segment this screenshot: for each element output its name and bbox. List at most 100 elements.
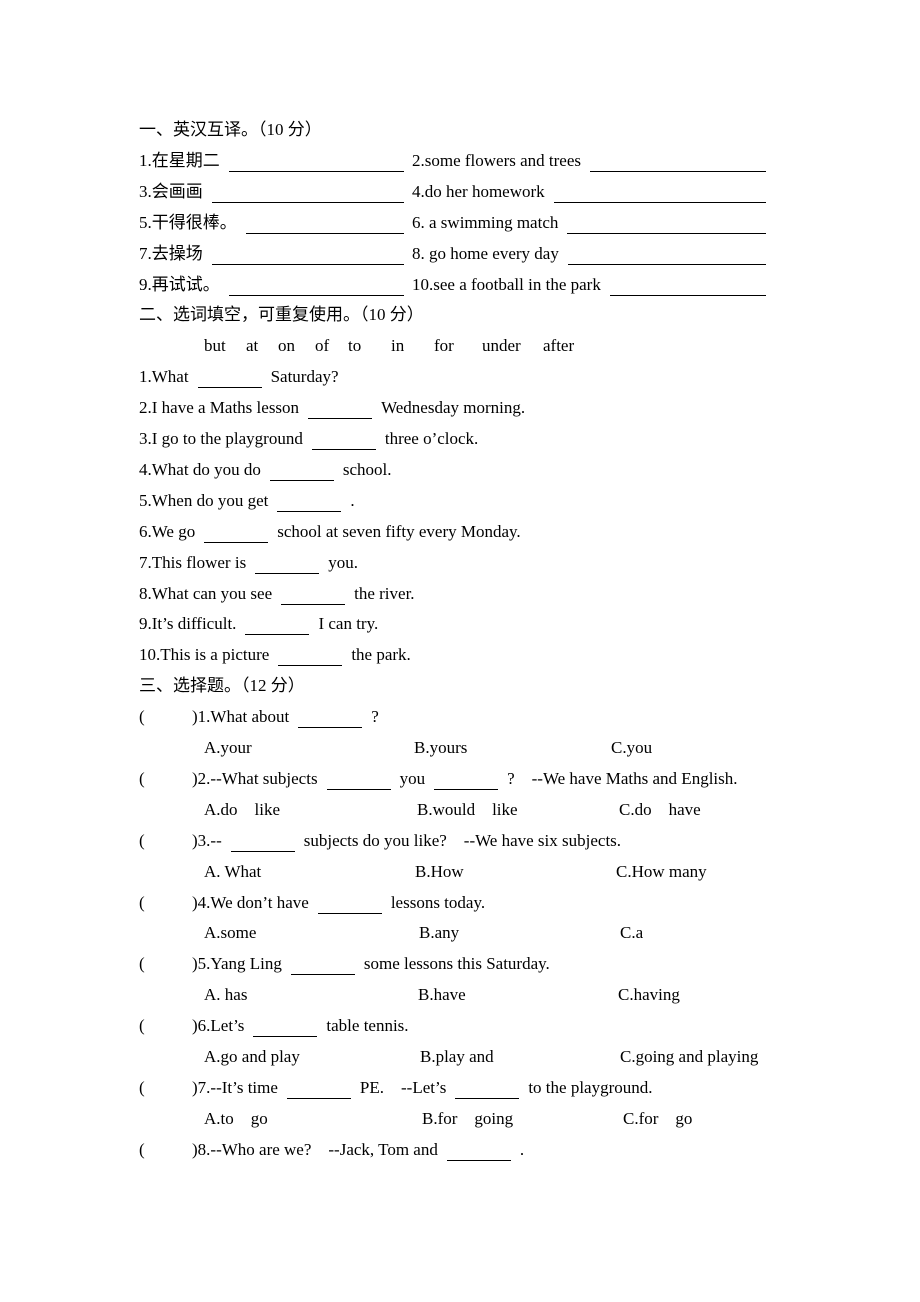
- answer-blank[interactable]: [609, 279, 766, 296]
- choice-option: A.your: [204, 737, 252, 759]
- fill-blank-question: 10.This is a picture the park.: [139, 644, 411, 667]
- option-text[interactable]: B.have: [418, 984, 466, 1006]
- answer-blank[interactable]: [211, 248, 404, 265]
- choice-option: A. has: [204, 984, 247, 1006]
- bracket-open[interactable]: (: [139, 768, 145, 790]
- answer-blank[interactable]: [211, 186, 404, 203]
- choice-option: C.having: [618, 984, 680, 1006]
- answer-blank[interactable]: [317, 897, 382, 914]
- answer-blank[interactable]: [434, 773, 499, 790]
- bracket-open[interactable]: (: [139, 1077, 145, 1099]
- option-text[interactable]: C.for go: [623, 1108, 692, 1130]
- option-text[interactable]: C.a: [620, 922, 643, 944]
- answer-blank[interactable]: [311, 433, 376, 450]
- choice-option: C.do have: [619, 799, 701, 821]
- answer-bracket: (: [139, 892, 145, 914]
- answer-blank[interactable]: [298, 711, 363, 729]
- question-text: to the playground.: [528, 1077, 653, 1097]
- choice-question: )5.Yang Ling some lessons this Saturday.: [192, 953, 550, 976]
- option-text[interactable]: B.for going: [422, 1108, 513, 1130]
- answer-blank[interactable]: [326, 773, 391, 790]
- option-text[interactable]: A.some: [204, 922, 256, 944]
- answer-blank[interactable]: [255, 557, 320, 574]
- answer-blank[interactable]: [230, 835, 295, 852]
- bracket-open[interactable]: (: [139, 706, 145, 728]
- choice-question: )4.We don’t have lessons today.: [192, 892, 485, 914]
- answer-blank[interactable]: [278, 649, 343, 667]
- answer-blank[interactable]: [281, 588, 346, 605]
- option-text[interactable]: C.going and playing: [620, 1046, 758, 1068]
- word-bank-word: under: [482, 336, 521, 356]
- answer-blank[interactable]: [567, 248, 766, 265]
- question-text: ?: [371, 707, 379, 727]
- option-text[interactable]: B.would like: [417, 799, 518, 821]
- choice-option: A.some: [204, 922, 256, 944]
- section-heading: 二、选词填空，可重复使用。（10 分）: [139, 304, 424, 326]
- bracket-open[interactable]: (: [139, 953, 145, 975]
- bracket-open[interactable]: (: [139, 1015, 145, 1037]
- option-text[interactable]: C.do have: [619, 799, 701, 821]
- translation-item: 8. go home every day: [412, 243, 766, 265]
- answer-blank[interactable]: [590, 155, 766, 172]
- answer-blank[interactable]: [228, 155, 404, 172]
- option-text[interactable]: C.How many: [616, 861, 707, 883]
- question-text: 5.When do you get: [139, 490, 269, 510]
- option-text[interactable]: C.having: [618, 984, 680, 1006]
- choice-question: )1.What about?: [192, 706, 379, 729]
- choice-question: )7.--It’s time PE. --Let’s to the playgrou…: [192, 1077, 653, 1099]
- answer-blank[interactable]: [245, 217, 404, 234]
- question-text: you: [399, 768, 426, 788]
- question-text: Saturday?: [270, 367, 339, 387]
- bracket-open[interactable]: (: [139, 1139, 145, 1161]
- option-text[interactable]: A. What: [204, 861, 261, 883]
- option-text[interactable]: B.play and: [420, 1046, 494, 1068]
- question-text: 7.This flower is: [139, 552, 247, 572]
- item-text: 1.在星期二: [139, 150, 220, 170]
- answer-bracket: (: [139, 830, 145, 852]
- answer-blank[interactable]: [277, 495, 342, 512]
- answer-blank[interactable]: [228, 279, 404, 296]
- choice-option: A.go and play: [204, 1046, 300, 1068]
- option-text[interactable]: C.you: [611, 737, 652, 759]
- answer-blank[interactable]: [197, 371, 262, 389]
- option-text[interactable]: B.any: [419, 922, 459, 944]
- option-text[interactable]: A. has: [204, 984, 247, 1006]
- answer-blank[interactable]: [253, 1020, 318, 1038]
- answer-blank[interactable]: [204, 526, 269, 543]
- option-text[interactable]: A.to go: [204, 1108, 268, 1130]
- option-text[interactable]: A.your: [204, 737, 252, 759]
- option-text[interactable]: A.go and play: [204, 1046, 300, 1068]
- question-text: )7.--It’s time: [192, 1077, 278, 1097]
- question-text: )6.Let’s: [192, 1016, 245, 1036]
- question-text: school at seven fifty every Monday.: [277, 521, 521, 541]
- answer-bracket: (: [139, 706, 145, 728]
- answer-blank[interactable]: [269, 464, 334, 481]
- bracket-open[interactable]: (: [139, 830, 145, 852]
- option-text[interactable]: B.yours: [414, 737, 467, 759]
- answer-blank[interactable]: [290, 958, 355, 976]
- fill-blank-question: 5.When do you get.: [139, 490, 355, 512]
- section-heading: 一、英汉互译。（10 分）: [139, 119, 322, 141]
- answer-blank[interactable]: [245, 618, 310, 636]
- item-text: 2.some flowers and trees: [412, 150, 582, 170]
- answer-bracket: (: [139, 1139, 145, 1161]
- answer-blank[interactable]: [286, 1082, 351, 1099]
- answer-blank[interactable]: [308, 402, 373, 420]
- question-text: )3.--: [192, 830, 222, 850]
- answer-blank[interactable]: [567, 217, 766, 234]
- answer-blank[interactable]: [553, 186, 766, 203]
- question-text: 10.This is a picture: [139, 645, 270, 665]
- bracket-open[interactable]: (: [139, 892, 145, 914]
- fill-blank-question: 4.What do you do school.: [139, 459, 391, 481]
- translation-item: 7.去操场: [139, 243, 404, 265]
- answer-blank[interactable]: [455, 1082, 520, 1099]
- item-text: 7.去操场: [139, 243, 203, 263]
- section-heading: 三、选择题。（12 分）: [139, 675, 305, 697]
- question-text: )4.We don’t have: [192, 892, 309, 912]
- option-text[interactable]: B.How: [415, 861, 464, 883]
- fill-blank-question: 1.What Saturday?: [139, 366, 339, 389]
- option-text[interactable]: A.do like: [204, 799, 280, 821]
- answer-blank[interactable]: [446, 1144, 511, 1161]
- choice-option: B.have: [418, 984, 466, 1006]
- question-text: ? --We have Maths and English.: [507, 768, 738, 788]
